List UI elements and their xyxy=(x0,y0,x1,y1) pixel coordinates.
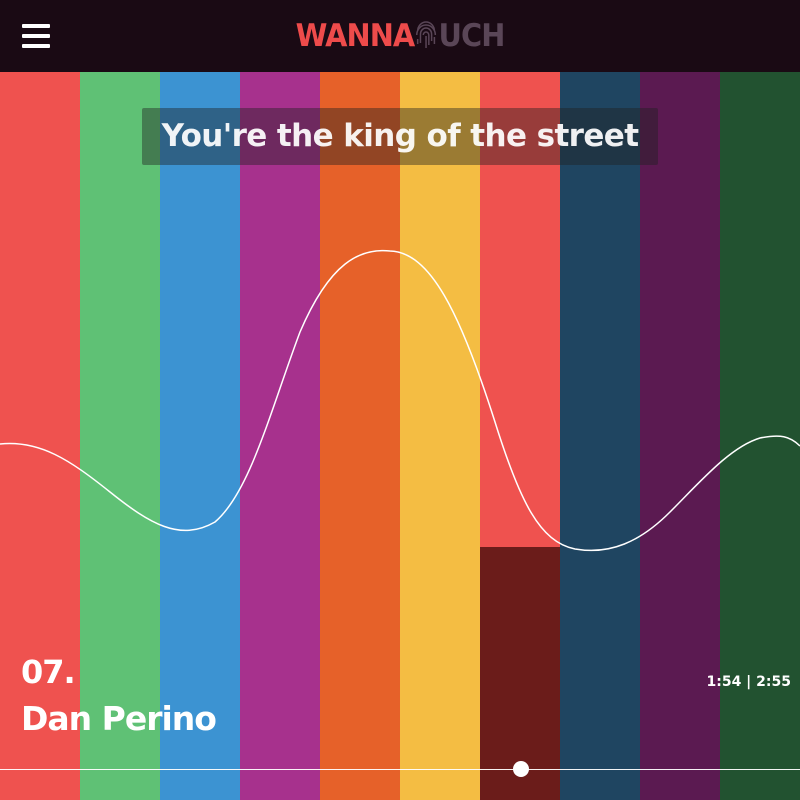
music-player-app: WANNA UCH You're the king of the street … xyxy=(0,0,800,800)
playback-time: 1:54 | 2:55 xyxy=(706,674,791,690)
header-bar: WANNA UCH xyxy=(0,0,800,72)
seek-handle[interactable] xyxy=(513,761,529,777)
app-logo[interactable]: WANNA UCH xyxy=(28,17,772,55)
artist-name: Dan Perino xyxy=(21,699,217,738)
fingerprint-icon xyxy=(416,21,437,48)
track-number: 07. xyxy=(21,653,76,691)
lyric-line: You're the king of the street xyxy=(142,108,658,165)
seek-bar[interactable] xyxy=(0,769,800,770)
audio-waveform xyxy=(0,249,800,552)
logo-text-wanna: WANNA xyxy=(295,18,416,54)
logo-text-uch: UCH xyxy=(438,18,506,54)
visualizer-stage: You're the king of the street 07. Dan Pe… xyxy=(0,72,800,800)
